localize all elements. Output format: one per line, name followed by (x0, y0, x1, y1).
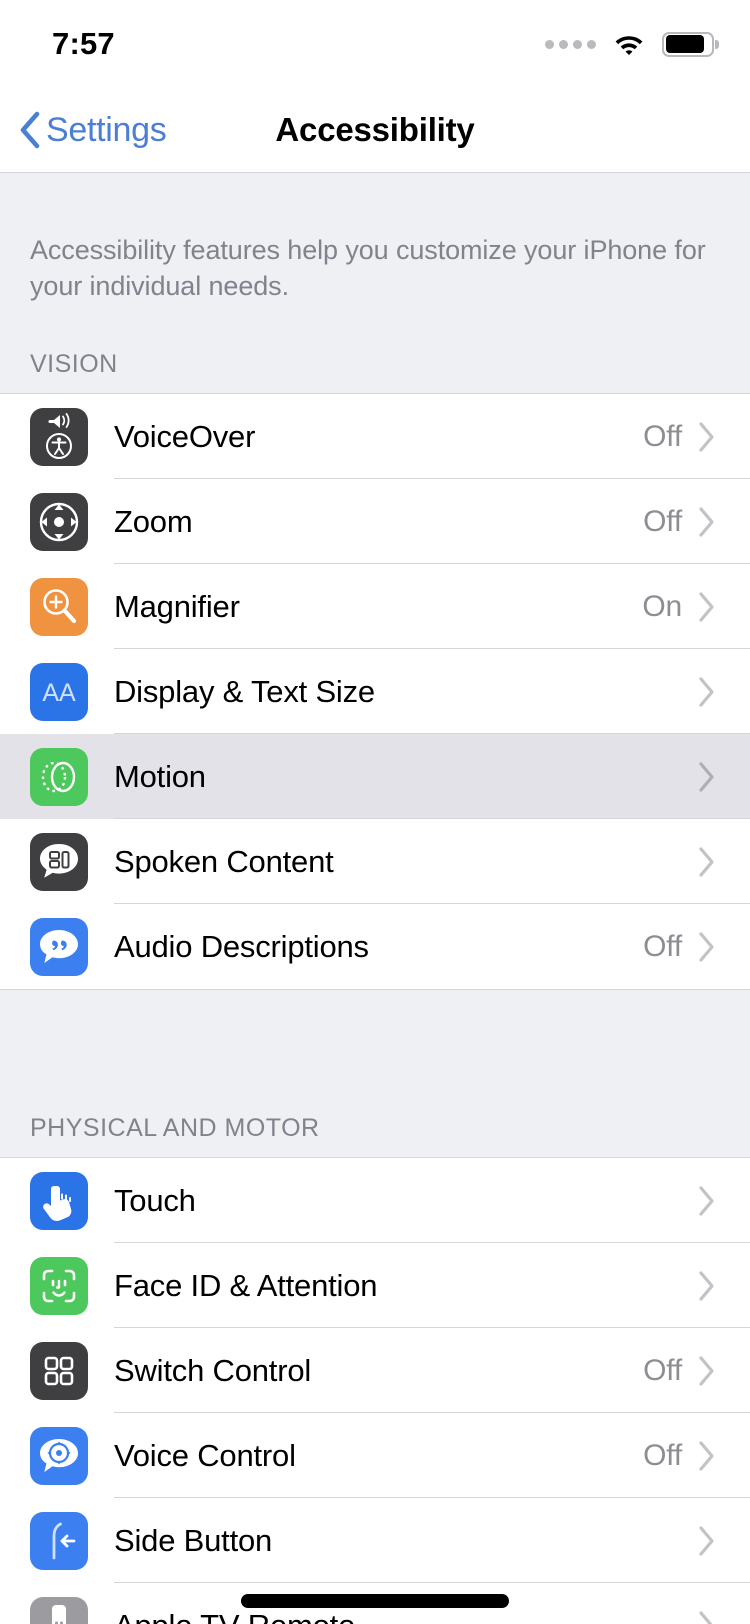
touch-icon (30, 1171, 88, 1230)
chevron-right-icon (699, 507, 714, 537)
row-label: Face ID & Attention (114, 1267, 378, 1303)
settings-list[interactable]: Accessibility features help you customiz… (0, 173, 750, 1624)
spoken-content-icon (30, 832, 88, 891)
motion-icon (30, 747, 88, 806)
side-button-icon (30, 1511, 88, 1570)
row-zoom[interactable]: Zoom Off (0, 479, 750, 565)
wifi-icon (615, 36, 643, 55)
row-voiceover[interactable]: VoiceOver Off (0, 394, 750, 480)
iphone-screen: 7:57 Settings Accessibility Accessibilit… (0, 0, 750, 1624)
voice-control-icon (30, 1426, 88, 1485)
row-label: VoiceOver (114, 418, 256, 454)
intro-block: Accessibility features help you customiz… (0, 173, 750, 305)
chevron-right-icon (699, 677, 714, 707)
row-value: Off (643, 504, 682, 538)
row-value: Off (643, 1353, 682, 1387)
chevron-right-icon (699, 1186, 714, 1216)
home-indicator[interactable] (241, 1594, 509, 1608)
back-button-label: Settings (46, 110, 167, 149)
row-label: Magnifier (114, 588, 240, 624)
cellular-dots-icon (545, 39, 596, 49)
magnifier-icon (30, 577, 88, 636)
row-value: On (642, 589, 682, 623)
status-bar: 7:57 (0, 0, 750, 88)
row-magnifier[interactable]: Magnifier On (0, 564, 750, 650)
row-label: Display & Text Size (114, 673, 375, 709)
chevron-right-icon (699, 1271, 714, 1301)
chevron-right-icon (699, 422, 714, 452)
chevron-right-icon (699, 1526, 714, 1556)
group-physical-and-motor: Touch Face ID & Attention Switch Control… (0, 1157, 750, 1624)
switch-control-icon (30, 1341, 88, 1400)
row-motion[interactable]: Motion (0, 734, 750, 820)
row-voice-control[interactable]: Voice Control Off (0, 1413, 750, 1499)
row-label: Audio Descriptions (114, 928, 369, 964)
voiceover-icon (30, 407, 88, 466)
row-value: Off (643, 929, 682, 963)
status-indicators (545, 31, 719, 57)
row-side-button[interactable]: Side Button (0, 1498, 750, 1584)
section-header-physical-and-motor: PHYSICAL AND MOTOR (0, 1068, 750, 1158)
chevron-right-icon (699, 1611, 713, 1624)
row-audio-descriptions[interactable]: Audio Descriptions Off (0, 904, 750, 990)
row-label: Side Button (114, 1522, 273, 1558)
audio-descriptions-icon (30, 917, 88, 976)
row-value: Off (643, 1438, 682, 1472)
row-label: Zoom (114, 503, 193, 539)
face-id-icon (30, 1256, 88, 1315)
row-touch[interactable]: Touch (0, 1158, 750, 1244)
chevron-right-icon (699, 592, 714, 622)
chevron-right-icon (699, 762, 714, 792)
row-label: Motion (114, 758, 206, 794)
svg-text:AA: AA (42, 679, 76, 707)
chevron-right-icon (699, 847, 714, 877)
row-display-text-size[interactable]: AA Display & Text Size (0, 649, 750, 735)
battery-icon (662, 31, 719, 57)
intro-description: Accessibility features help you customiz… (30, 235, 706, 301)
row-label: Apple TV Remote (114, 1608, 682, 1624)
row-switch-control[interactable]: Switch Control Off (0, 1328, 750, 1414)
navigation-bar: Settings Accessibility (0, 88, 750, 173)
row-label: Touch (114, 1182, 196, 1218)
status-time: 7:57 (52, 26, 115, 61)
row-value: Off (643, 419, 682, 453)
zoom-icon (30, 492, 88, 551)
apple-tv-remote-icon (30, 1596, 88, 1624)
row-spoken-content[interactable]: Spoken Content (0, 819, 750, 905)
row-face-id-attention[interactable]: Face ID & Attention (0, 1243, 750, 1329)
row-label: Voice Control (114, 1437, 296, 1473)
chevron-right-icon (699, 1441, 714, 1471)
group-vision: VoiceOver Off Zoom Off Magnifier On AA D… (0, 393, 750, 991)
chevron-right-icon (699, 932, 714, 962)
chevron-right-icon (699, 1356, 714, 1386)
row-label: Switch Control (114, 1352, 312, 1388)
back-button[interactable]: Settings (0, 110, 167, 150)
section-spacer (0, 990, 750, 1069)
chevron-left-icon (20, 111, 40, 149)
display-text-size-icon: AA (30, 662, 88, 721)
row-label: Spoken Content (114, 843, 334, 879)
section-header-vision: VISION (0, 304, 750, 394)
